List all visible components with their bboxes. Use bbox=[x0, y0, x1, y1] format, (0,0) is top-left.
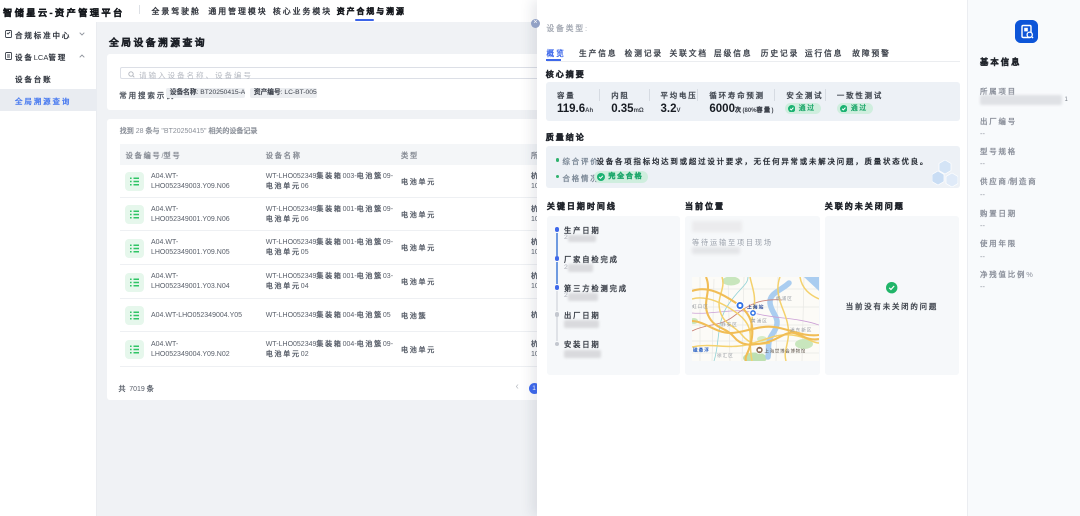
svg-text:静安区: 静安区 bbox=[721, 321, 738, 328]
svg-text:上海站: 上海站 bbox=[747, 303, 764, 310]
svg-text:磁悬浮: 磁悬浮 bbox=[693, 346, 710, 353]
svg-text:虹口区: 虹口区 bbox=[692, 303, 709, 310]
svg-text:杨浦区: 杨浦区 bbox=[776, 295, 793, 302]
svg-text:浦东新区: 浦东新区 bbox=[790, 326, 812, 333]
svg-text:黄浦区: 黄浦区 bbox=[751, 317, 768, 324]
svg-text:徐汇区: 徐汇区 bbox=[717, 352, 734, 359]
svg-text:上海世博会博物馆: 上海世博会博物馆 bbox=[765, 347, 807, 354]
